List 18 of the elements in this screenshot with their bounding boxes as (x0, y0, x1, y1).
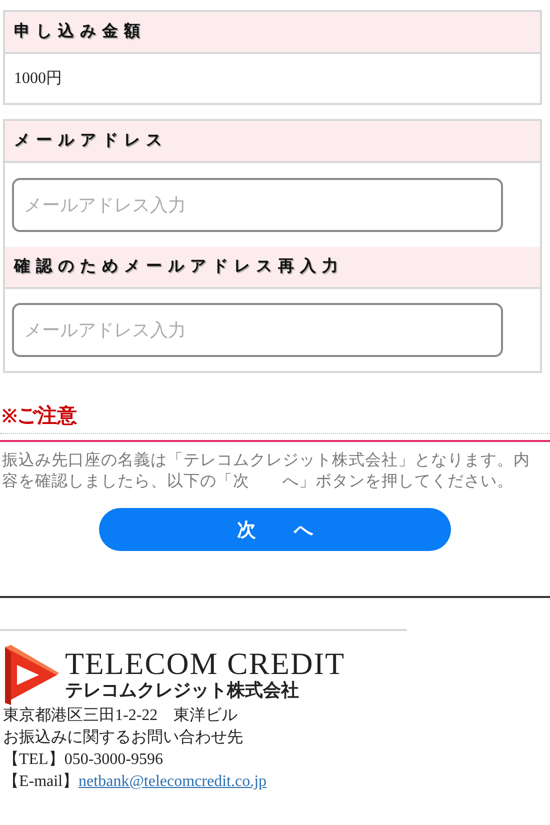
footer-text: お振込みに関するお問い合わせ先 (3, 728, 244, 748)
logo-subtitle: テレコムクレジット株式会社 (65, 680, 300, 702)
email-link[interactable]: netbank@telecomcredit.co.jp (78, 773, 267, 790)
section-heading: メールアドレス (5, 121, 540, 163)
logo-title: TELECOM CREDIT (65, 648, 346, 680)
email-input-field[interactable]: メールアドレス入力 (12, 178, 503, 232)
notice-mark: ※ (2, 406, 17, 426)
logo-mark-icon (3, 645, 59, 705)
section-heading: 申し込み金額 (5, 12, 540, 54)
notice-title: ご注意 (17, 405, 77, 427)
footer-label: 【E-mail】 (3, 773, 79, 790)
footer-text: 【TEL】050-3000-9596 (3, 750, 164, 770)
next-button[interactable]: 次 へ (99, 508, 451, 551)
notice-text: 振込み先口座の名義は「テレコムクレジット株式会社」となります。内容を確認しましたら、以下の「次 へ」ボタンを押してください。 (2, 450, 531, 492)
section-heading: 確認のためメールアドレス再入力 (5, 247, 540, 289)
amount-value: 1000円 (14, 69, 62, 89)
footer-text: 東京都港区三田1-2-22 東洋ビル (3, 706, 239, 726)
email-input-field[interactable]: メールアドレス入力 (12, 303, 503, 357)
